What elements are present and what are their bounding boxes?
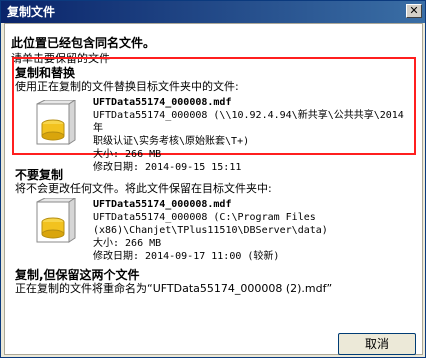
- file-size: 大小: 266 MB: [93, 238, 162, 249]
- source-file-details: UFTData55174_000008.mdf UFTData55174_000…: [93, 96, 411, 174]
- option-title: 不要复制: [15, 168, 64, 182]
- file-size: 大小: 266 MB: [93, 149, 162, 160]
- file-path-line1: UFTData55174_000008 (C:\Program Files: [93, 212, 316, 223]
- file-path-line1: UFTData55174_000008 (\\10.92.4.94\新共享\公共…: [93, 110, 404, 134]
- file-path-line2: (x86)\Chanjet\TPlus11510\DBServer\data): [93, 225, 328, 236]
- copy-file-dialog: 复制文件 ✕ 此位置已经包含同名文件。 请单击要保留的文件 复制和替换 使用正在…: [0, 0, 426, 358]
- title-bar[interactable]: 复制文件 ✕: [1, 1, 425, 23]
- window-title: 复制文件: [7, 5, 56, 19]
- file-path-line2: 职级认证\实务考核\原始账套\T+): [93, 136, 250, 147]
- dialog-content: 此位置已经包含同名文件。 请单击要保留的文件 复制和替换 使用正在复制的文件替换…: [4, 23, 423, 355]
- option-copy-keep-both[interactable]: 复制,但保留这两个文件 正在复制的文件将重命名为“UFTData55174_00…: [15, 268, 411, 302]
- option-dont-copy[interactable]: 不要复制 将不会更改任何文件。将此文件保留在目标文件夹中: UFTData551…: [15, 168, 411, 264]
- option-description: 正在复制的文件将重命名为“UFTData55174_000008 (2).mdf…: [15, 282, 333, 295]
- dialog-heading: 此位置已经包含同名文件。: [11, 36, 156, 50]
- option-copy-and-replace[interactable]: 复制和替换 使用正在复制的文件替换目标文件夹中的文件: UFTData55174…: [15, 66, 411, 173]
- option-title: 复制,但保留这两个文件: [15, 268, 140, 282]
- database-file-icon: [36, 198, 76, 243]
- option-title: 复制和替换: [15, 66, 76, 80]
- option-description: 使用正在复制的文件替换目标文件夹中的文件:: [15, 80, 239, 93]
- close-icon: ✕: [409, 4, 419, 17]
- cancel-button[interactable]: 取消: [338, 333, 416, 355]
- database-file-icon: [36, 100, 76, 145]
- destination-file-details: UFTData55174_000008.mdf UFTData55174_000…: [93, 198, 328, 263]
- close-button[interactable]: ✕: [406, 4, 422, 18]
- file-modified: 修改日期: 2014-09-17 11:00 (较新): [93, 251, 280, 262]
- option-description: 将不会更改任何文件。将此文件保留在目标文件夹中:: [15, 182, 272, 195]
- file-name: UFTData55174_000008.mdf: [93, 97, 232, 108]
- file-name: UFTData55174_000008.mdf: [93, 199, 232, 210]
